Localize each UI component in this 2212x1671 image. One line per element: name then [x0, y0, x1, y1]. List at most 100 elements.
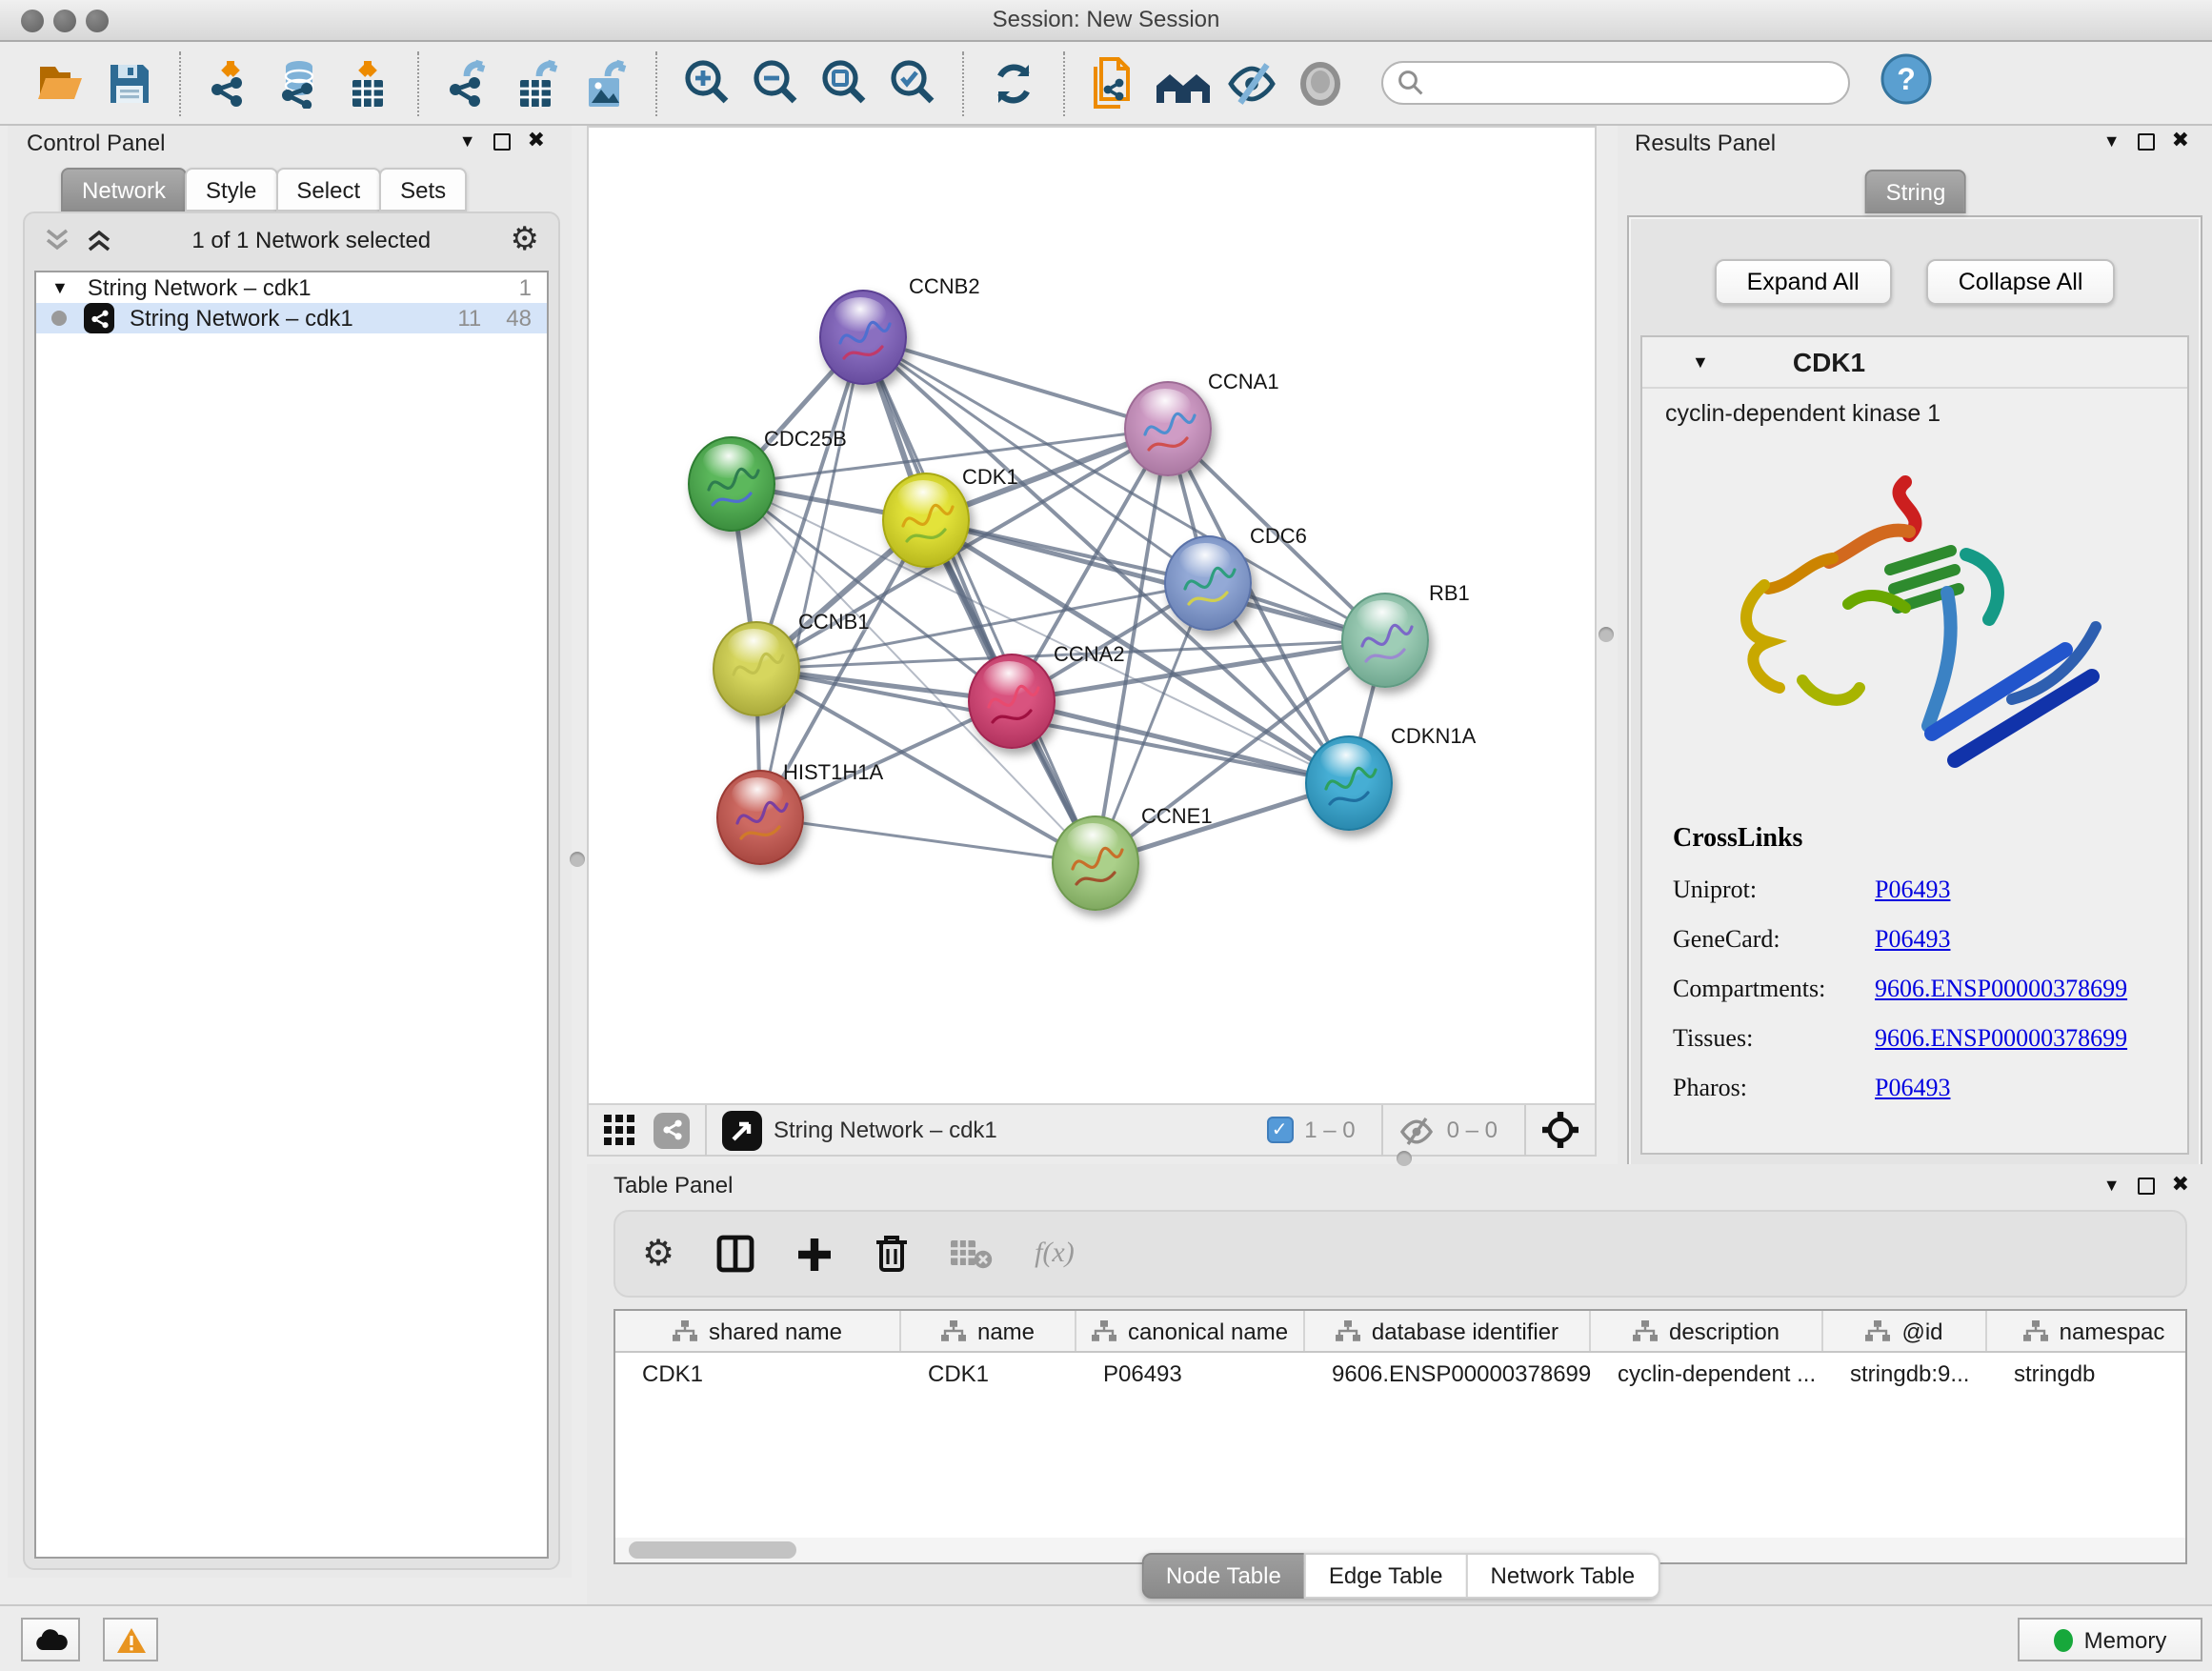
table-cell[interactable]: cyclin-dependent ... [1591, 1353, 1823, 1393]
open-file-icon[interactable] [32, 54, 90, 111]
zoom-selected-icon[interactable] [884, 54, 941, 111]
help-icon[interactable]: ? [1880, 52, 1932, 113]
current-network-name: String Network – cdk1 [774, 1117, 997, 1143]
expand-all-button[interactable]: Expand All [1715, 259, 1892, 305]
column-header-database-identifier[interactable]: database identifier [1305, 1311, 1591, 1351]
export-network-icon[interactable] [440, 54, 497, 111]
network-node-rb1[interactable] [1341, 593, 1429, 688]
gene-collapse-caret-icon[interactable]: ▼ [1692, 352, 1709, 372]
import-network-file-icon[interactable] [202, 54, 259, 111]
bottom-splitter-handle[interactable] [1397, 1151, 1412, 1166]
selected-checkbox-icon[interactable]: ✓ [1266, 1117, 1293, 1143]
close-panel-icon[interactable]: ✖ [2172, 1176, 2189, 1197]
network-node-cdk1[interactable] [882, 473, 970, 568]
scrollbar-thumb[interactable] [629, 1541, 796, 1559]
tab-sets[interactable]: Sets [379, 168, 467, 211]
collection-count: 1 [519, 274, 532, 301]
crosslink-link[interactable]: P06493 [1875, 924, 1950, 955]
tab-network-table[interactable]: Network Table [1466, 1553, 1660, 1599]
network-node-ccne1[interactable] [1052, 815, 1139, 911]
column-header--id[interactable]: @id [1823, 1311, 1987, 1351]
network-share-view-icon[interactable] [654, 1112, 690, 1148]
crosslink-link[interactable]: P06493 [1875, 875, 1950, 905]
node-label-cdc25b: CDC25B [764, 429, 847, 452]
birdseye-view-icon[interactable] [722, 1110, 762, 1150]
tab-style[interactable]: Style [185, 168, 277, 211]
zoom-fit-icon[interactable] [815, 54, 873, 111]
network-node-ccnb2[interactable] [819, 290, 907, 385]
zoom-out-icon[interactable] [747, 54, 804, 111]
column-header-namespac[interactable]: namespac [1987, 1311, 2187, 1351]
network-node-ccna2[interactable] [968, 654, 1056, 749]
close-panel-icon[interactable]: ✖ [2172, 131, 2189, 152]
show-columns-icon[interactable] [716, 1235, 754, 1273]
collection-caret-icon[interactable]: ▼ [51, 278, 69, 297]
table-cell[interactable]: CDK1 [615, 1353, 901, 1393]
table-options-gear-icon[interactable]: ⚙ [642, 1236, 674, 1272]
add-column-icon[interactable] [796, 1236, 833, 1272]
network-node-ccna1[interactable] [1124, 381, 1212, 476]
search-input[interactable] [1425, 71, 1806, 94]
crosslink-row: Tissues:9606.ENSP00000378699 [1673, 1023, 2168, 1054]
hide-panels-eye-icon[interactable] [1223, 54, 1280, 111]
network-selection-status: 1 of 1 Network selected [112, 226, 511, 252]
warnings-button[interactable] [103, 1618, 158, 1661]
network-options-gear-icon[interactable]: ⚙ [511, 223, 540, 255]
show-panels-houses-icon[interactable] [1155, 54, 1212, 111]
table-cell[interactable]: CDK1 [901, 1353, 1076, 1393]
zoom-in-icon[interactable] [678, 54, 735, 111]
network-node-cdkn1a[interactable] [1305, 735, 1393, 831]
delete-column-icon[interactable] [875, 1235, 909, 1273]
network-node-ccnb1[interactable] [713, 621, 800, 716]
undock-panel-icon[interactable] [2138, 133, 2155, 151]
table-cell[interactable]: P06493 [1076, 1353, 1305, 1393]
save-session-icon[interactable] [101, 54, 158, 111]
network-row-selected[interactable]: String Network – cdk1 11 48 [36, 303, 547, 333]
export-image-icon[interactable] [577, 54, 634, 111]
network-view-toolbar: String Network – cdk1 ✓ 1 – 0 0 – 0 [589, 1103, 1595, 1155]
import-table-file-icon[interactable] [339, 54, 396, 111]
expand-all-networks-icon[interactable] [86, 226, 112, 252]
collapse-all-networks-icon[interactable] [44, 226, 70, 252]
column-header-shared-name[interactable]: shared name [615, 1311, 901, 1351]
crosslink-link[interactable]: P06493 [1875, 1073, 1950, 1103]
network-node-cdc6[interactable] [1164, 535, 1252, 631]
tab-node-table[interactable]: Node Table [1141, 1553, 1306, 1599]
column-header-canonical-name[interactable]: canonical name [1076, 1311, 1305, 1351]
table-cell[interactable]: stringdb [1987, 1353, 2187, 1393]
undock-panel-icon[interactable] [493, 133, 511, 151]
table-cell[interactable]: 9606.ENSP00000378699 [1305, 1353, 1591, 1393]
table-cell[interactable]: stringdb:9... [1823, 1353, 1987, 1393]
grayscale-eye-icon[interactable] [1292, 54, 1349, 111]
function-builder-icon: f(x) [1035, 1238, 1075, 1270]
gene-header-row[interactable]: ▼ CDK1 [1642, 337, 2187, 389]
close-panel-icon[interactable]: ✖ [528, 131, 545, 152]
import-network-database-icon[interactable] [271, 54, 328, 111]
cloud-button[interactable] [21, 1618, 80, 1661]
export-table-icon[interactable] [509, 54, 566, 111]
refresh-icon[interactable] [985, 54, 1042, 111]
left-splitter-handle[interactable] [570, 852, 585, 867]
collapse-all-button[interactable]: Collapse All [1926, 259, 2116, 305]
tab-edge-table[interactable]: Edge Table [1304, 1553, 1468, 1599]
network-collection-row[interactable]: ▼ String Network – cdk1 1 [36, 272, 547, 303]
grid-view-icon[interactable] [604, 1115, 634, 1145]
undock-panel-icon[interactable] [2138, 1178, 2155, 1195]
float-panel-icon[interactable]: ▼ [2103, 1178, 2121, 1195]
float-panel-icon[interactable]: ▼ [2103, 133, 2121, 151]
column-header-name[interactable]: name [901, 1311, 1076, 1351]
memory-button[interactable]: Memory [2018, 1618, 2202, 1661]
crosslink-link[interactable]: 9606.ENSP00000378699 [1875, 974, 2127, 1004]
fit-selected-crosshair-icon[interactable] [1541, 1111, 1579, 1149]
network-canvas[interactable]: CCNB2CCNA1CDC25BCDK1CDC6RB1CCNB1CCNA2CDK… [589, 128, 1595, 1103]
crosslink-link[interactable]: 9606.ENSP00000378699 [1875, 1023, 2127, 1054]
network-node-cdc25b[interactable] [688, 436, 775, 532]
table-row[interactable]: CDK1CDK1P064939606.ENSP00000378699cyclin… [615, 1353, 2185, 1393]
tab-select[interactable]: Select [275, 168, 381, 211]
right-splitter-handle[interactable] [1599, 627, 1614, 642]
float-panel-icon[interactable]: ▼ [459, 133, 476, 151]
tab-network[interactable]: Network [61, 168, 187, 211]
clone-network-icon[interactable] [1086, 54, 1143, 111]
column-header-description[interactable]: description [1591, 1311, 1823, 1351]
tab-string[interactable]: String [1865, 170, 1965, 213]
